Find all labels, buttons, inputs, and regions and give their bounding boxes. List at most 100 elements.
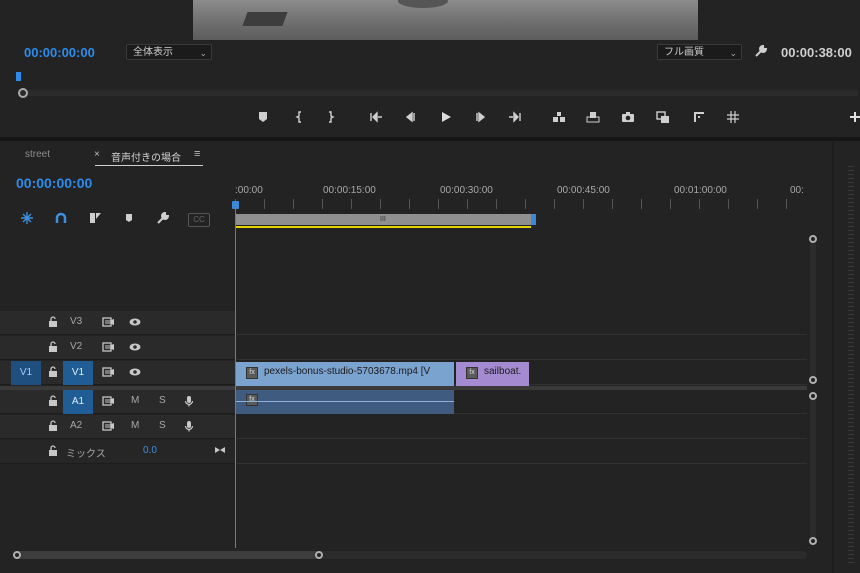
track-lane-mix[interactable]: [236, 440, 807, 464]
mute-button[interactable]: M: [131, 395, 139, 406]
go-to-end-icon[interactable]: [213, 443, 227, 457]
track-lane-v2[interactable]: [236, 336, 807, 360]
linked-selection-icon[interactable]: [52, 211, 70, 229]
monitor-timebar[interactable]: [16, 72, 858, 98]
monitor-settings-wrench-icon[interactable]: [754, 44, 770, 60]
microphone-icon[interactable]: [182, 394, 196, 408]
snap-icon[interactable]: [18, 211, 36, 229]
work-area-bar[interactable]: III: [236, 214, 531, 225]
audio-clip[interactable]: fx: [236, 390, 454, 414]
track-target-v1[interactable]: V1: [63, 361, 93, 385]
video-vscroll-bottom-handle[interactable]: [809, 376, 817, 384]
sync-lock-icon[interactable]: [101, 340, 115, 354]
insert-icon[interactable]: [550, 108, 568, 126]
sync-lock-icon[interactable]: [101, 315, 115, 329]
audio-vscroll-bottom-handle[interactable]: [809, 537, 817, 545]
wrench-icon[interactable]: [154, 211, 172, 229]
monitor-current-timecode[interactable]: 00:00:00:00: [24, 45, 95, 60]
lock-icon[interactable]: [46, 315, 60, 329]
work-area-end-handle[interactable]: [531, 214, 536, 225]
panel-menu-icon[interactable]: ≡: [194, 148, 200, 160]
track-lane-a2[interactable]: [236, 415, 807, 439]
tab-sequence[interactable]: 音声付きの場合: [111, 149, 181, 164]
active-tab-underline: [95, 165, 203, 166]
add-marker-icon[interactable]: [254, 108, 272, 126]
track-target-a1[interactable]: A1: [63, 390, 93, 414]
track-name: V2: [70, 341, 83, 352]
fit-select[interactable]: 全体表示 ⌄: [126, 44, 212, 60]
track-header-v3[interactable]: V3: [0, 311, 235, 335]
add-marker-icon[interactable]: [120, 211, 138, 229]
fit-select-value: 全体表示: [133, 47, 173, 58]
track-header-v2[interactable]: V2: [0, 336, 235, 360]
hscroll-right-handle[interactable]: [315, 551, 323, 559]
timeline-panel: street × 音声付きの場合 ≡ 00:00:00:00 CC :00:00…: [0, 141, 832, 573]
lock-icon[interactable]: [46, 419, 60, 433]
audio-meter-panel: [834, 141, 860, 573]
video-clip-sailboat[interactable]: fx sailboat.: [456, 362, 529, 386]
lock-icon[interactable]: [46, 340, 60, 354]
lock-icon[interactable]: [46, 394, 60, 408]
insert-overwrite-icon[interactable]: [86, 211, 104, 229]
go-to-in-icon[interactable]: [367, 108, 385, 126]
solo-button[interactable]: S: [159, 420, 166, 431]
lock-icon[interactable]: [46, 365, 60, 379]
play-icon[interactable]: [437, 108, 455, 126]
grid-icon[interactable]: [724, 108, 742, 126]
mark-in-icon[interactable]: [290, 108, 308, 126]
track-header-a1[interactable]: A1 M S: [0, 390, 235, 414]
track-header-v1[interactable]: V1 V1: [0, 361, 235, 385]
video-preview: [193, 0, 698, 40]
step-back-icon[interactable]: [401, 108, 419, 126]
lock-icon[interactable]: [46, 444, 60, 458]
eye-icon[interactable]: [128, 365, 142, 379]
quality-select[interactable]: フル画質 ⌄: [657, 44, 742, 60]
captions-icon[interactable]: CC: [188, 213, 210, 227]
go-to-out-icon[interactable]: [506, 108, 524, 126]
add-button-icon[interactable]: [846, 108, 860, 126]
mix-volume-value[interactable]: 0.0: [143, 445, 157, 456]
timeline-playhead[interactable]: [232, 201, 239, 209]
chevron-down-icon: ⌄: [199, 48, 207, 58]
timeline-hscroll-thumb[interactable]: [13, 551, 319, 559]
microphone-icon[interactable]: [182, 419, 196, 433]
mute-button[interactable]: M: [131, 420, 139, 431]
video-vscroll-top-handle[interactable]: [809, 235, 817, 243]
monitor-zoom-handle[interactable]: [18, 88, 28, 98]
trim-icon[interactable]: [690, 108, 708, 126]
work-area-grip: III: [380, 216, 386, 223]
source-patch-v1[interactable]: V1: [11, 361, 41, 385]
ruler-label: :00:00: [235, 185, 263, 196]
ruler-label: 00:: [790, 185, 804, 196]
timeline-timecode[interactable]: 00:00:00:00: [16, 175, 92, 191]
mix-label: ミックス: [66, 449, 106, 460]
track-header-a2[interactable]: A2 M S: [0, 415, 235, 439]
comparison-view-icon[interactable]: [654, 108, 672, 126]
step-forward-icon[interactable]: [472, 108, 490, 126]
close-tab-icon[interactable]: ×: [94, 149, 100, 160]
hscroll-left-handle[interactable]: [13, 551, 21, 559]
video-clip-pexels[interactable]: fx pexels-bonus-studio-5703678.mp4 [V: [236, 362, 454, 386]
monitor-duration-timecode: 00:00:38:00: [781, 45, 852, 60]
solo-button[interactable]: S: [159, 395, 166, 406]
monitor-playhead[interactable]: [16, 72, 21, 81]
eye-icon[interactable]: [128, 315, 142, 329]
export-frame-icon[interactable]: [619, 108, 637, 126]
mark-out-icon[interactable]: [322, 108, 340, 126]
fx-badge-icon: fx: [246, 367, 258, 379]
audio-waveform-line: [236, 401, 454, 402]
overwrite-icon[interactable]: [584, 108, 602, 126]
track-header-mix[interactable]: ミックス 0.0: [0, 440, 235, 464]
sync-lock-icon[interactable]: [101, 365, 115, 379]
track-lane-v3[interactable]: [236, 311, 807, 335]
video-vscroll-track[interactable]: [810, 239, 816, 381]
timeline-playhead-line[interactable]: [235, 203, 236, 548]
sync-lock-icon[interactable]: [101, 419, 115, 433]
sync-lock-icon[interactable]: [101, 394, 115, 408]
audio-vscroll-top-handle[interactable]: [809, 392, 817, 400]
tab-street[interactable]: street: [25, 149, 50, 160]
eye-icon[interactable]: [128, 340, 142, 354]
ruler-label: 00:00:15:00: [323, 185, 376, 196]
track-name: V3: [70, 316, 83, 327]
audio-vscroll-track[interactable]: [810, 396, 816, 541]
